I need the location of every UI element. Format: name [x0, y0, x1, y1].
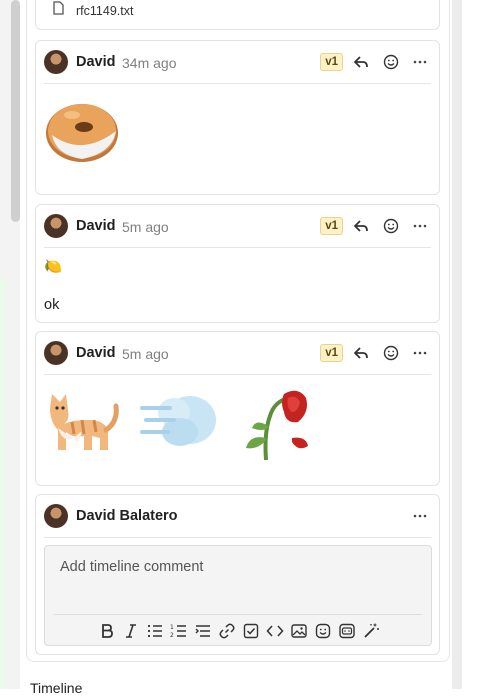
composer-author[interactable]: David Balatero	[76, 508, 178, 524]
reply-icon[interactable]	[352, 217, 370, 235]
avatar[interactable]	[44, 214, 68, 238]
comment-card: David 5m ago v1 🍋 ok	[35, 204, 440, 323]
comment-input[interactable]: Add timeline comment 1 2	[44, 545, 432, 646]
emoji-icon[interactable]	[314, 622, 332, 640]
more-options-icon[interactable]	[411, 344, 429, 362]
file-icon	[53, 1, 64, 15]
comment-header: David 5m ago v1	[36, 332, 439, 374]
svg-text:1: 1	[170, 624, 174, 631]
comment-emoji: 🍋	[44, 259, 63, 275]
reply-icon[interactable]	[352, 53, 370, 71]
avatar[interactable]	[44, 341, 68, 365]
more-options-icon[interactable]	[411, 217, 429, 235]
bagel-sticker-icon	[46, 104, 118, 162]
code-icon[interactable]	[266, 622, 284, 640]
bold-icon[interactable]	[98, 622, 116, 640]
left-scrollbar-thumb[interactable]	[11, 0, 20, 222]
attachment-card: rfc1149.txt	[35, 0, 440, 30]
magic-wand-icon[interactable]	[362, 622, 380, 640]
emoji-reaction-icon[interactable]	[382, 217, 400, 235]
comment-text: ok	[44, 297, 60, 313]
comment-header: David 5m ago v1	[36, 205, 439, 247]
diff-gutter-strip	[0, 280, 6, 689]
task-list-icon[interactable]	[242, 622, 260, 640]
comment-author[interactable]: David	[76, 218, 116, 234]
divider	[44, 83, 431, 84]
sticker-icon[interactable]	[338, 622, 356, 640]
right-scrollbar[interactable]	[452, 0, 462, 689]
divider	[44, 374, 431, 375]
bulleted-list-icon[interactable]	[146, 622, 164, 640]
new-comment-card: David Balatero Add timeline comment 1 2	[35, 494, 440, 655]
image-icon[interactable]	[290, 622, 308, 640]
version-badge[interactable]: v1	[320, 53, 343, 71]
wind-sticker-icon	[140, 396, 216, 446]
more-options-icon[interactable]	[411, 53, 429, 71]
divider	[44, 247, 431, 248]
emoji-reaction-icon[interactable]	[382, 344, 400, 362]
emoji-reaction-icon[interactable]	[382, 53, 400, 71]
link-icon[interactable]	[218, 622, 236, 640]
italic-icon[interactable]	[122, 622, 140, 640]
comment-author[interactable]: David	[76, 345, 116, 361]
cat-sticker-icon	[50, 394, 119, 450]
comment-time[interactable]: 34m ago	[122, 55, 176, 71]
avatar[interactable]	[44, 504, 68, 528]
version-badge[interactable]: v1	[320, 344, 343, 362]
reply-icon[interactable]	[352, 344, 370, 362]
comment-input-placeholder[interactable]: Add timeline comment	[60, 559, 203, 575]
composer-header: David Balatero	[36, 495, 439, 537]
svg-text:2: 2	[170, 632, 174, 639]
comment-card: David 34m ago v1	[35, 40, 440, 195]
version-badge[interactable]: v1	[320, 217, 343, 235]
attachment-file-name[interactable]: rfc1149.txt	[76, 4, 133, 18]
comment-header: David 34m ago v1	[36, 41, 439, 83]
comment-author[interactable]: David	[76, 54, 116, 70]
toolbar-divider	[54, 614, 422, 615]
avatar[interactable]	[44, 50, 68, 74]
right-edge	[462, 0, 487, 689]
comment-card: David 5m ago v1	[35, 331, 440, 486]
divider	[44, 537, 431, 538]
indent-list-icon[interactable]	[194, 622, 212, 640]
wilted-rose-sticker-icon	[246, 390, 308, 461]
timeline-section-label: Timeline	[30, 680, 83, 696]
more-options-icon[interactable]	[411, 507, 429, 525]
numbered-list-icon[interactable]: 1 2	[170, 622, 188, 640]
comment-time[interactable]: 5m ago	[122, 219, 169, 235]
comment-time[interactable]: 5m ago	[122, 346, 169, 362]
